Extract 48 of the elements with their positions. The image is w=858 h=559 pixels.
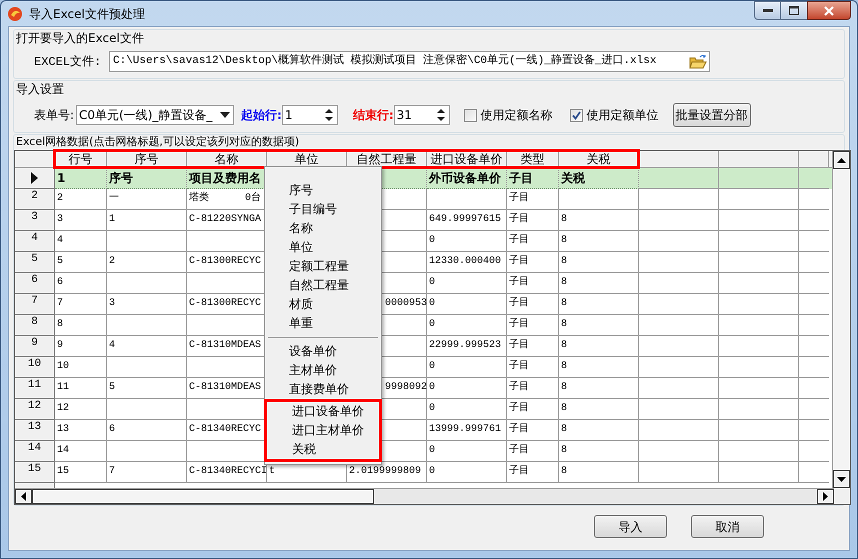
menu-item[interactable]: 名称 xyxy=(267,219,379,238)
menu-item[interactable]: 设备单价 xyxy=(267,342,379,361)
row-header[interactable]: 6 xyxy=(15,273,55,294)
row-header[interactable]: 15 xyxy=(15,462,55,483)
row-header[interactable]: 7 xyxy=(15,294,55,315)
number-field[interactable]: 1 xyxy=(282,105,338,125)
column-header[interactable]: 类型 xyxy=(507,151,559,167)
row-header[interactable]: 11 xyxy=(15,378,55,399)
menu-item[interactable]: 子目编号 xyxy=(267,200,379,219)
menu-item[interactable]: 关税 xyxy=(270,440,379,459)
window-title: 导入Excel文件预处理 xyxy=(29,6,145,22)
row-header[interactable]: 2 xyxy=(15,189,55,210)
group-title: 打开要导入的Excel文件 xyxy=(15,30,145,46)
file-path-field[interactable]: C:\Users\savas12\Desktop\概算软件测试 模拟测试项目 注意保密\C0单元(一线)_静置设备_进口.xlsx xyxy=(109,51,710,72)
sheet-dropdown[interactable]: C0单元(一线)_静置设备_ xyxy=(76,105,234,125)
row-header[interactable]: 9 xyxy=(15,336,55,357)
column-header[interactable]: 关税 xyxy=(559,151,639,167)
number-field[interactable]: 31 xyxy=(394,105,450,125)
group-title: Excel网格数据(点击网格标题,可以设定该列对应的数据项) xyxy=(15,135,300,149)
row-header[interactable]: 3 xyxy=(15,210,55,231)
row-header[interactable]: 13 xyxy=(15,420,55,441)
start-row-label: 起始行: xyxy=(241,107,282,124)
dialog-button[interactable]: 取消 xyxy=(691,515,764,538)
field-label: EXCEL文件: xyxy=(34,54,102,70)
end-row-label: 结束行: xyxy=(352,107,394,124)
row-header[interactable]: 10 xyxy=(15,357,55,378)
menu-item[interactable]: 自然工程量 xyxy=(267,276,379,295)
column-header[interactable]: 进口设备单价 xyxy=(427,151,507,167)
checkbox-label: 使用定额单位 xyxy=(586,107,659,124)
row-header[interactable]: 12 xyxy=(15,399,55,420)
menu-item[interactable]: 定额工程量 xyxy=(267,257,379,276)
row-header[interactable]: 4 xyxy=(15,231,55,252)
dialog-button[interactable]: 导入 xyxy=(594,515,667,538)
group-title: 导入设置 xyxy=(15,81,65,97)
row-header[interactable]: 5 xyxy=(15,252,55,273)
menu-item[interactable]: 进口主材单价 xyxy=(270,421,379,440)
column-header[interactable]: 序号 xyxy=(107,151,187,167)
menu-item[interactable]: 单位 xyxy=(267,238,379,257)
menu-item[interactable]: 主材单价 xyxy=(267,361,379,380)
row-header[interactable]: 8 xyxy=(15,315,55,336)
column-header[interactable]: 行号 xyxy=(55,151,107,167)
row-header[interactable]: 14 xyxy=(15,441,55,462)
checkbox-label: 使用定额名称 xyxy=(480,107,553,124)
field-label: 表单号: xyxy=(34,107,74,124)
menu-item[interactable]: 进口设备单价 xyxy=(270,402,379,421)
batch-set-button[interactable]: 批量设置分部 xyxy=(672,103,751,127)
menu-item[interactable]: 单重 xyxy=(267,314,379,333)
menu-item[interactable]: 序号 xyxy=(267,181,379,200)
